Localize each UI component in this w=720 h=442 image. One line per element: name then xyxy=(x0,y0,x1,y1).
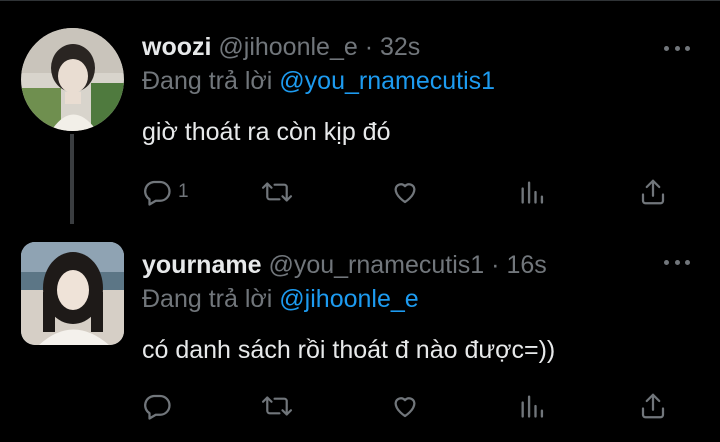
action-bar xyxy=(142,388,672,424)
thread-connector xyxy=(70,134,74,224)
like-button[interactable] xyxy=(390,388,420,424)
retweet-icon xyxy=(261,182,293,202)
action-bar: 1 xyxy=(142,174,672,210)
timestamp[interactable]: 16s xyxy=(506,251,546,279)
user-handle[interactable]: @jihoonle_e xyxy=(218,33,357,61)
separator: · xyxy=(364,33,374,61)
replying-to-handle[interactable]: @you_rnamecutis1 xyxy=(279,67,495,95)
views-icon xyxy=(521,395,544,418)
tweet-header: yourname @you_rnamecutis1 · 16s xyxy=(142,250,700,280)
avatar[interactable] xyxy=(21,28,124,131)
like-icon xyxy=(394,183,416,204)
tweet-header: woozi @jihoonle_e · 32s xyxy=(142,32,700,62)
avatar[interactable] xyxy=(21,242,124,345)
replying-to: Đang trả lời @you_rnamecutis1 xyxy=(142,66,700,96)
share-button[interactable] xyxy=(638,388,668,424)
tweet[interactable]: woozi @jihoonle_e · 32s Đang trả lời @yo… xyxy=(0,0,720,232)
replying-to-handle[interactable]: @jihoonle_e xyxy=(279,285,418,313)
user-handle[interactable]: @you_rnamecutis1 xyxy=(268,251,484,279)
like-button[interactable] xyxy=(390,174,420,210)
timestamp[interactable]: 32s xyxy=(380,33,420,61)
share-icon xyxy=(641,179,665,205)
more-icon[interactable] xyxy=(664,44,690,52)
retweet-button[interactable] xyxy=(260,174,294,210)
tweet-text: có danh sách rồi thoát đ nào được=)) xyxy=(142,336,556,364)
replying-to: Đang trả lời @jihoonle_e xyxy=(142,284,700,314)
replying-to-label: Đang trả lời xyxy=(142,67,273,95)
reply-icon xyxy=(144,180,171,206)
reply-button[interactable]: 1 xyxy=(142,174,189,210)
views-icon xyxy=(521,181,544,204)
share-icon xyxy=(641,393,665,419)
tweet[interactable]: yourname @you_rnamecutis1 · 16s Đang trả… xyxy=(0,232,720,442)
display-name[interactable]: woozi xyxy=(142,33,211,61)
tweet-text: giờ thoát ra còn kịp đó xyxy=(142,118,391,146)
separator: · xyxy=(491,251,500,279)
reply-button[interactable] xyxy=(142,388,178,424)
like-icon xyxy=(394,397,416,418)
share-button[interactable] xyxy=(638,174,668,210)
retweet-button[interactable] xyxy=(260,388,294,424)
views-button[interactable] xyxy=(518,174,546,210)
display-name[interactable]: yourname xyxy=(142,251,261,279)
retweet-icon xyxy=(261,396,293,416)
views-button[interactable] xyxy=(518,388,546,424)
more-icon[interactable] xyxy=(664,258,690,266)
reply-count: 1 xyxy=(178,181,189,202)
replying-to-label: Đang trả lời xyxy=(142,285,273,313)
reply-icon xyxy=(144,394,171,420)
